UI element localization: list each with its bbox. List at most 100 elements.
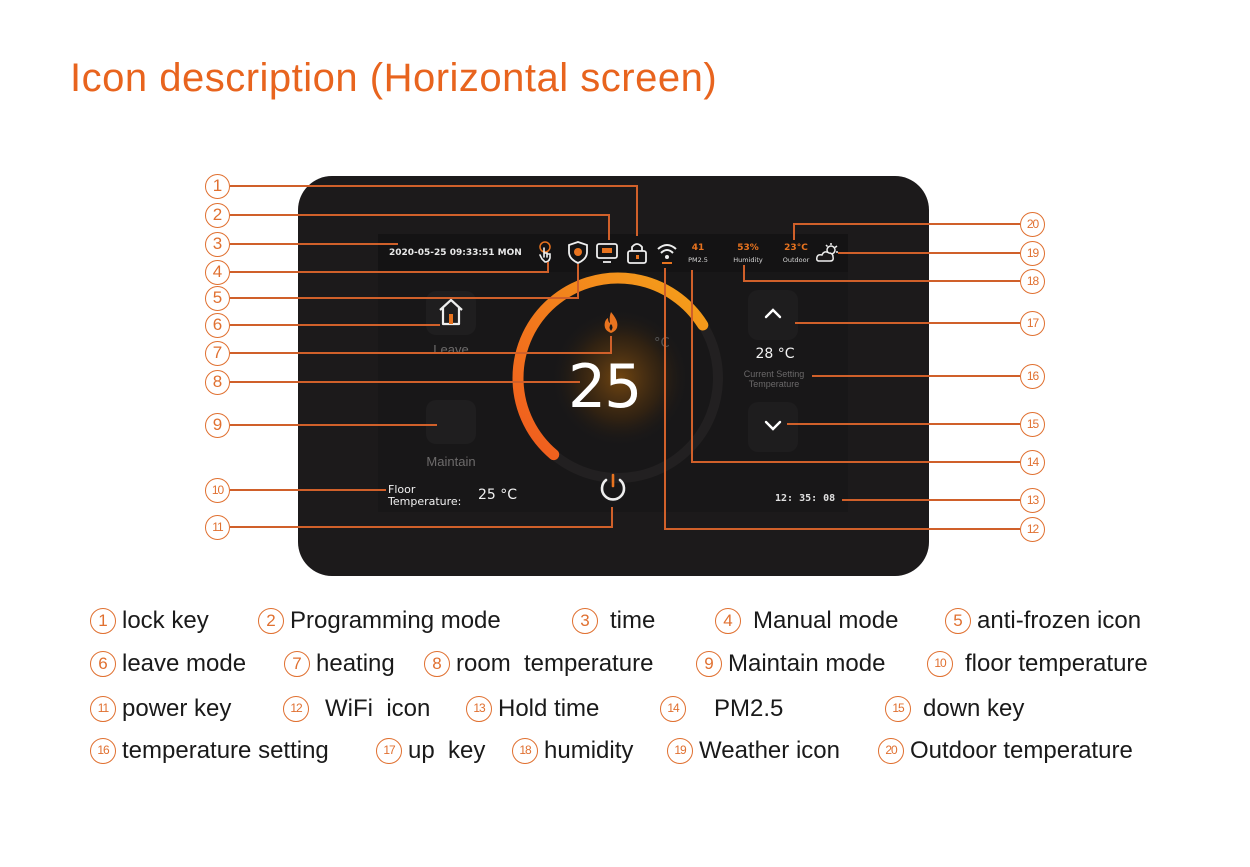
legend-item: 14 PM2.5: [660, 695, 783, 723]
up-key-button[interactable]: [748, 290, 798, 340]
legend-item: 18 humidity: [512, 737, 633, 765]
legend-label: Programming mode: [290, 607, 501, 634]
legend-number: 19: [667, 738, 693, 764]
humidity-label: Humidity: [733, 256, 763, 264]
hold-time: 12: 35: 08: [775, 493, 836, 504]
legend-label: lock key: [122, 607, 209, 634]
legend-number: 4: [715, 608, 741, 634]
legend-item: 1 lock key: [90, 607, 209, 635]
callout-2: 2: [205, 203, 230, 228]
callout-13: 13: [1020, 488, 1045, 513]
legend-item: 9 Maintain mode: [696, 650, 885, 678]
callout-14: 14: [1020, 450, 1045, 475]
pm25-value: 41: [691, 243, 705, 253]
legend-label: room temperature: [456, 650, 654, 677]
callout-10: 10: [205, 478, 230, 503]
legend-label: heating: [316, 650, 395, 677]
legend-item: 8 room temperature: [424, 650, 653, 678]
room-temperature-unit: °C: [654, 336, 670, 351]
legend-item: 17 up key: [376, 737, 485, 765]
legend-label: anti-frozen icon: [977, 607, 1142, 634]
legend-label: up key: [408, 737, 486, 764]
humidity-value: 53%: [737, 243, 759, 253]
callout-12: 12: [1020, 517, 1045, 542]
callout-3: 3: [205, 232, 230, 257]
legend-label: floor temperature: [965, 650, 1148, 677]
callout-17: 17: [1020, 311, 1045, 336]
legend-label: leave mode: [122, 650, 247, 677]
floor-label-line2: Temperature:: [388, 495, 462, 508]
legend-label: Outdoor temperature: [910, 737, 1133, 764]
legend-item: 10 floor temperature: [927, 650, 1148, 678]
legend-item: 3 time: [572, 607, 655, 635]
legend-label: PM2.5: [714, 695, 784, 722]
room-temperature: 25: [568, 352, 642, 422]
legend-label: humidity: [544, 737, 634, 764]
down-key-button[interactable]: [748, 402, 798, 452]
legend-item: 16 temperature setting: [90, 737, 329, 765]
legend-item: 19 Weather icon: [667, 737, 840, 765]
legend-number: 15: [885, 696, 911, 722]
callout-19: 19: [1020, 241, 1045, 266]
set-temperature-label: Current Setting Temperature: [724, 369, 824, 389]
legend-item: 7 heating: [284, 650, 395, 678]
legend-number: 2: [258, 608, 284, 634]
callout-7: 7: [205, 341, 230, 366]
legend-item: 5 anti-frozen icon: [945, 607, 1141, 635]
legend-item: 20 Outdoor temperature: [878, 737, 1133, 765]
legend-number: 17: [376, 738, 402, 764]
legend-label: Maintain mode: [728, 650, 886, 677]
maintain-mode-button[interactable]: [426, 400, 476, 444]
set-temperature-value: 28 °C: [755, 346, 795, 362]
legend-number: 10: [927, 651, 953, 677]
callout-1: 1: [205, 174, 230, 199]
legend-label: WiFi icon: [325, 695, 431, 722]
legend-label: temperature setting: [122, 737, 329, 764]
legend-label: Hold time: [498, 695, 600, 722]
legend-number: 13: [466, 696, 492, 722]
legend-number: 9: [696, 651, 722, 677]
outdoor-temperature-value: 23°C: [784, 243, 808, 253]
datetime-display: 2020-05-25 09:33:51 MON: [389, 248, 522, 258]
pm25-label: PM2.5: [688, 256, 708, 264]
legend-label: Weather icon: [699, 737, 840, 764]
legend-item: 4 Manual mode: [715, 607, 898, 635]
callout-11: 11: [205, 515, 230, 540]
callout-9: 9: [205, 413, 230, 438]
legend-number: 3: [572, 608, 598, 634]
callout-15: 15: [1020, 412, 1045, 437]
legend-number: 1: [90, 608, 116, 634]
legend-item: 12 WiFi icon: [283, 695, 430, 723]
legend-item: 11 power key: [90, 695, 231, 723]
legend-number: 20: [878, 738, 904, 764]
legend-label: Manual mode: [753, 607, 899, 634]
legend-number: 6: [90, 651, 116, 677]
set-label-line1: Current Setting: [743, 369, 805, 379]
floor-temperature-label: Floor Temperature:: [388, 484, 461, 508]
outdoor-label: Outdoor: [782, 256, 810, 264]
legend-item: 6 leave mode: [90, 650, 246, 678]
callout-6: 6: [205, 313, 230, 338]
callout-16: 16: [1020, 364, 1045, 389]
legend-item: 15 down key: [885, 695, 1024, 723]
page-title: Icon description (Horizontal screen): [70, 56, 718, 100]
legend-number: 14: [660, 696, 686, 722]
legend-label: down key: [923, 695, 1025, 722]
leave-mode-label: Leave: [433, 342, 469, 357]
legend-number: 5: [945, 608, 971, 634]
callout-8: 8: [205, 370, 230, 395]
callout-4: 4: [205, 260, 230, 285]
legend-number: 8: [424, 651, 450, 677]
legend-number: 16: [90, 738, 116, 764]
floor-temperature-value: 25 °C: [478, 487, 518, 503]
legend-item: 2 Programming mode: [258, 607, 501, 635]
callout-20: 20: [1020, 212, 1045, 237]
callout-5: 5: [205, 286, 230, 311]
leave-mode-button[interactable]: [426, 291, 476, 335]
legend-number: 18: [512, 738, 538, 764]
set-label-line2: Temperature: [748, 379, 800, 389]
legend-number: 12: [283, 696, 309, 722]
legend-number: 7: [284, 651, 310, 677]
legend-item: 13 Hold time: [466, 695, 599, 723]
callout-18: 18: [1020, 269, 1045, 294]
